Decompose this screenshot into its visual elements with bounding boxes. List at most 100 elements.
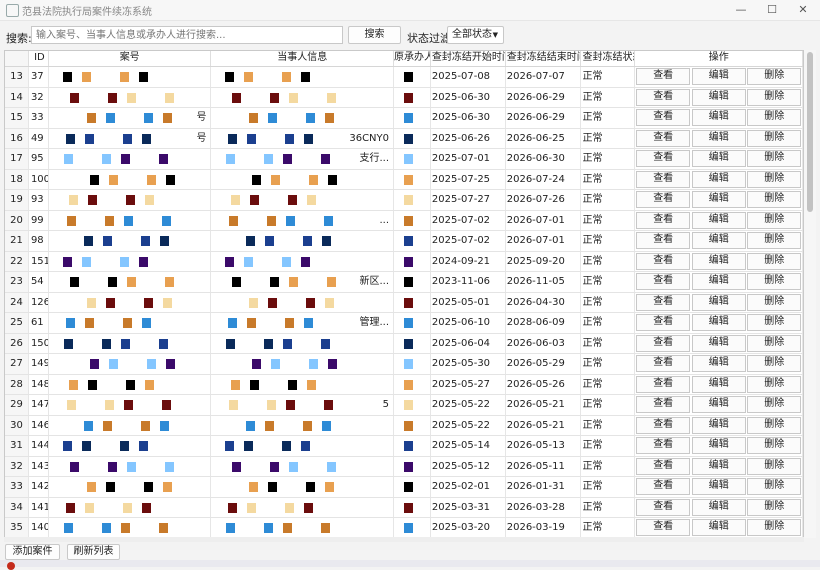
search-button[interactable]: 搜索	[348, 26, 401, 44]
refresh-list-button[interactable]: 刷新列表	[67, 544, 120, 560]
table-row[interactable]: 21 98 2025-07-02 2026-07-01 正常 查看 编辑 删除	[5, 231, 803, 252]
add-case-button[interactable]: 添加案件	[5, 544, 60, 560]
edit-button[interactable]: 编辑	[691, 211, 746, 229]
header-case-no[interactable]: 案号	[49, 51, 212, 66]
delete-button[interactable]: 删除	[747, 273, 802, 291]
header-end-date[interactable]: 查封冻结结束时间	[506, 51, 581, 66]
view-button[interactable]: 查看	[636, 252, 691, 270]
delete-button[interactable]: 删除	[747, 129, 802, 147]
table-row[interactable]: 20 99... 2025-07-02 2026-07-01 正常 查看 编辑 删除	[5, 210, 803, 231]
edit-button[interactable]: 编辑	[691, 273, 746, 291]
delete-button[interactable]: 删除	[747, 88, 802, 106]
edit-button[interactable]: 编辑	[691, 191, 746, 209]
edit-button[interactable]: 编辑	[691, 457, 746, 475]
table-row[interactable]: 25 61 管理... 2025-06-10 2028-06-09 正常 查看 编辑 删除	[5, 313, 803, 334]
view-button[interactable]: 查看	[636, 88, 691, 106]
header-party-info[interactable]: 当事人信息	[211, 51, 395, 66]
vertical-scrollbar[interactable]	[804, 50, 816, 538]
edit-button[interactable]: 编辑	[691, 252, 746, 270]
edit-button[interactable]: 编辑	[691, 519, 746, 537]
delete-button[interactable]: 删除	[747, 437, 802, 455]
delete-button[interactable]: 删除	[747, 150, 802, 168]
edit-button[interactable]: 编辑	[691, 375, 746, 393]
status-filter-select[interactable]: 全部状态 ▼	[447, 26, 504, 44]
view-button[interactable]: 查看	[636, 211, 691, 229]
view-button[interactable]: 查看	[636, 129, 691, 147]
table-row[interactable]: 13 37 2025-07-08 2026-07-07 正常 查看 编辑 删除	[5, 67, 803, 88]
delete-button[interactable]: 删除	[747, 498, 802, 516]
view-button[interactable]: 查看	[636, 396, 691, 414]
delete-button[interactable]: 删除	[747, 519, 802, 537]
table-row[interactable]: 31 144 2025-05-14 2026-05-13 正常 查看 编辑 删除	[5, 436, 803, 457]
table-row[interactable]: 19 93 2025-07-27 2026-07-26 正常 查看 编辑 删除	[5, 190, 803, 211]
delete-button[interactable]: 删除	[747, 416, 802, 434]
search-input[interactable]	[31, 26, 343, 44]
delete-button[interactable]: 删除	[747, 375, 802, 393]
table-row[interactable]: 34 141 2025-03-31 2026-03-28 正常 查看 编辑 删除	[5, 497, 803, 518]
delete-button[interactable]: 删除	[747, 457, 802, 475]
edit-button[interactable]: 编辑	[691, 334, 746, 352]
edit-button[interactable]: 编辑	[691, 68, 746, 86]
edit-button[interactable]: 编辑	[691, 314, 746, 332]
view-button[interactable]: 查看	[636, 293, 691, 311]
view-button[interactable]: 查看	[636, 273, 691, 291]
table-row[interactable]: 27 149 2025-05-30 2026-05-29 正常 查看 编辑 删除	[5, 354, 803, 375]
edit-button[interactable]: 编辑	[691, 416, 746, 434]
delete-button[interactable]: 删除	[747, 211, 802, 229]
edit-button[interactable]: 编辑	[691, 396, 746, 414]
delete-button[interactable]: 删除	[747, 109, 802, 127]
delete-button[interactable]: 删除	[747, 334, 802, 352]
table-row[interactable]: 15 33 号 2025-06-30 2026-06-29 正常 查看 编辑 删除	[5, 108, 803, 129]
scrollbar-thumb[interactable]	[807, 52, 813, 212]
view-button[interactable]: 查看	[636, 334, 691, 352]
view-button[interactable]: 查看	[636, 478, 691, 496]
view-button[interactable]: 查看	[636, 498, 691, 516]
delete-button[interactable]: 删除	[747, 170, 802, 188]
table-row[interactable]: 29 147 5 2025-05-22 2026-05-21 正常 查看 编辑 删除	[5, 395, 803, 416]
edit-button[interactable]: 编辑	[691, 478, 746, 496]
edit-button[interactable]: 编辑	[691, 355, 746, 373]
view-button[interactable]: 查看	[636, 519, 691, 537]
minimize-icon[interactable]: —	[726, 2, 756, 18]
edit-button[interactable]: 编辑	[691, 232, 746, 250]
view-button[interactable]: 查看	[636, 109, 691, 127]
table-row[interactable]: 35 140 2025-03-20 2026-03-19 正常 查看 编辑 删除	[5, 518, 803, 537]
view-button[interactable]: 查看	[636, 314, 691, 332]
table-row[interactable]: 33 142 2025-02-01 2026-01-31 正常 查看 编辑 删除	[5, 477, 803, 498]
view-button[interactable]: 查看	[636, 375, 691, 393]
close-icon[interactable]: ✕	[788, 2, 818, 18]
header-id[interactable]: ID	[29, 51, 49, 66]
delete-button[interactable]: 删除	[747, 293, 802, 311]
view-button[interactable]: 查看	[636, 457, 691, 475]
delete-button[interactable]: 删除	[747, 191, 802, 209]
view-button[interactable]: 查看	[636, 355, 691, 373]
table-row[interactable]: 28 148 2025-05-27 2026-05-26 正常 查看 编辑 删除	[5, 374, 803, 395]
delete-button[interactable]: 删除	[747, 396, 802, 414]
table-row[interactable]: 30 146 2025-05-22 2026-05-21 正常 查看 编辑 删除	[5, 415, 803, 436]
maximize-icon[interactable]: ☐	[757, 2, 787, 18]
view-button[interactable]: 查看	[636, 232, 691, 250]
delete-button[interactable]: 删除	[747, 314, 802, 332]
edit-button[interactable]: 编辑	[691, 437, 746, 455]
view-button[interactable]: 查看	[636, 150, 691, 168]
delete-button[interactable]: 删除	[747, 232, 802, 250]
view-button[interactable]: 查看	[636, 170, 691, 188]
delete-button[interactable]: 删除	[747, 68, 802, 86]
horizontal-scrollbar[interactable]	[4, 537, 804, 542]
table-row[interactable]: 16 49 号 36CNY0 2025-06-26 2026-06-25 正常 查看 编辑 删除	[5, 128, 803, 149]
edit-button[interactable]: 编辑	[691, 498, 746, 516]
view-button[interactable]: 查看	[636, 68, 691, 86]
edit-button[interactable]: 编辑	[691, 109, 746, 127]
view-button[interactable]: 查看	[636, 437, 691, 455]
delete-button[interactable]: 删除	[747, 252, 802, 270]
table-row[interactable]: 32 143 2025-05-12 2026-05-11 正常 查看 编辑 删除	[5, 456, 803, 477]
edit-button[interactable]: 编辑	[691, 150, 746, 168]
table-row[interactable]: 17 95 支行... 2025-07-01 2026-06-30 正常 查看 编辑 删除	[5, 149, 803, 170]
edit-button[interactable]: 编辑	[691, 170, 746, 188]
edit-button[interactable]: 编辑	[691, 88, 746, 106]
view-button[interactable]: 查看	[636, 416, 691, 434]
table-row[interactable]: 18 100 2025-07-25 2026-07-24 正常 查看 编辑 删除	[5, 169, 803, 190]
table-row[interactable]: 14 32 2025-06-30 2026-06-29 正常 查看 编辑 删除	[5, 87, 803, 108]
header-handler[interactable]: 原承办人	[394, 51, 431, 66]
table-row[interactable]: 22 151 2024-09-21 2025-09-20 正常 查看 编辑 删除	[5, 251, 803, 272]
